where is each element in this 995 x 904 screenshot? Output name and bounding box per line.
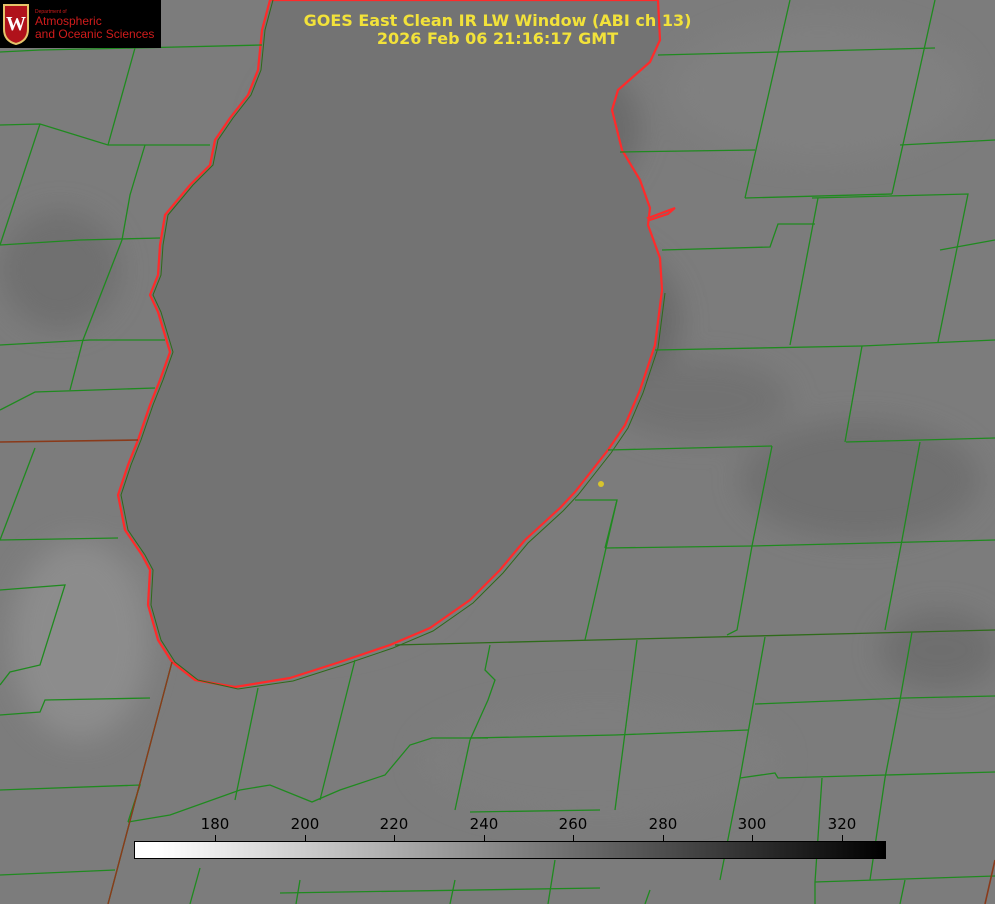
- aos-logo: W Department of Atmospheric and Oceanic …: [0, 0, 161, 48]
- colorbar-tick-mark: [484, 835, 485, 841]
- satellite-map: [0, 0, 995, 904]
- colorbar-tick-mark: [305, 835, 306, 841]
- colorbar-tick-label: 180: [200, 815, 230, 833]
- satellite-image-viewer: GOES East Clean IR LW Window (ABI ch 13)…: [0, 0, 995, 904]
- uw-crest-icon: W: [3, 4, 29, 45]
- colorbar-tick-label: 280: [648, 815, 678, 833]
- colorbar-tick-label: 240: [469, 815, 499, 833]
- colorbar-tick-mark: [573, 835, 574, 841]
- colorbar-tick-label: 300: [737, 815, 767, 833]
- svg-text:W: W: [6, 13, 26, 35]
- colorbar-tick-label: 220: [379, 815, 409, 833]
- temperature-colorbar: [134, 841, 886, 859]
- colorbar-tick-mark: [394, 835, 395, 841]
- colorbar-tick-label: 320: [827, 815, 857, 833]
- colorbar-tick-mark: [842, 835, 843, 841]
- logo-line2: and Oceanic Sciences: [35, 27, 155, 41]
- colorbar-tick-label: 200: [290, 815, 320, 833]
- colorbar-tick-mark: [752, 835, 753, 841]
- colorbar-tick-mark: [663, 835, 664, 841]
- colorbar-tick-mark: [215, 835, 216, 841]
- location-marker: [598, 481, 604, 487]
- logo-line1: Atmospheric: [35, 14, 102, 28]
- colorbar-tick-label: 260: [558, 815, 588, 833]
